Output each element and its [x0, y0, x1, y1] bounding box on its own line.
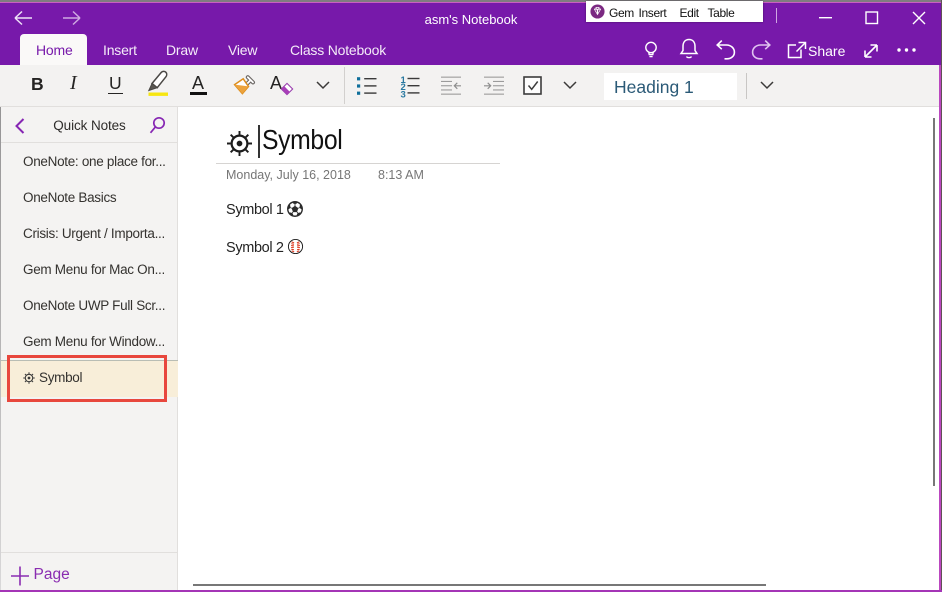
svg-text:3: 3	[401, 89, 406, 98]
